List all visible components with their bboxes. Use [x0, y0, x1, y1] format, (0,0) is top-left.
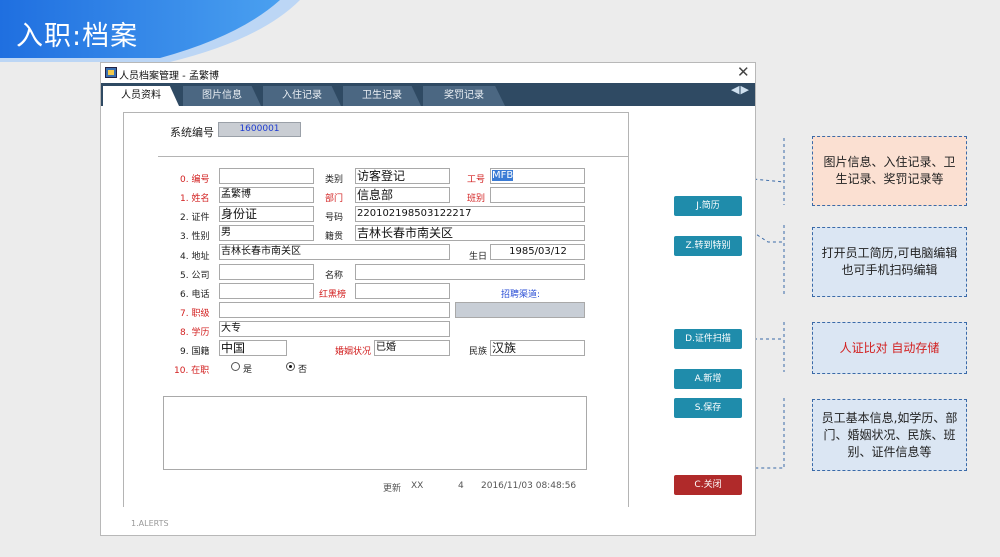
footer-user: XX	[411, 481, 424, 491]
tab-rewards[interactable]: 奖罚记录	[423, 86, 505, 106]
callout-scan-note: 人证比对 自动存储	[812, 322, 967, 374]
gender-field[interactable]: 男	[219, 225, 314, 241]
save-button[interactable]: S.保存	[674, 398, 742, 418]
company-field[interactable]	[219, 264, 314, 280]
footer-count: 4	[458, 481, 464, 491]
rank-field[interactable]	[219, 302, 450, 318]
phone-field[interactable]	[219, 283, 314, 299]
employed-no-label: 否	[298, 365, 308, 375]
label-doc-number: 号码	[325, 213, 344, 223]
id-field[interactable]	[219, 168, 314, 184]
label-birthday: 生日	[469, 252, 488, 262]
page-title: 入职:档案	[16, 21, 139, 52]
app-window: 人员档案管理 - 孟繁博 ✕ 人员资料 图片信息 入住记录 卫生记录 奖罚记录 …	[100, 62, 756, 536]
label-employed: 10. 在职	[174, 366, 210, 376]
label-category: 类别	[325, 175, 344, 185]
resume-button[interactable]: J.简历	[674, 196, 742, 216]
tab-checkin[interactable]: 入住记录	[263, 86, 341, 106]
label-native-place: 籍贯	[325, 232, 344, 242]
sysno-field: 1600001	[218, 122, 301, 137]
department-field[interactable]: 信息部	[355, 187, 450, 203]
address-field[interactable]: 吉林长春市南关区	[219, 244, 450, 260]
ethnicity-field[interactable]: 汉族	[490, 340, 585, 356]
app-icon	[105, 67, 117, 78]
scan-id-button[interactable]: D.证件扫描	[674, 329, 742, 349]
label-shift: 班别	[467, 194, 486, 204]
add-button[interactable]: A.新增	[674, 369, 742, 389]
label-phone: 6. 电话	[180, 290, 210, 300]
marital-field[interactable]: 已婚	[374, 340, 450, 356]
tab-personnel[interactable]: 人员资料	[103, 86, 179, 106]
divider	[158, 156, 628, 157]
label-department: 部门	[325, 194, 344, 204]
label-job-no: 工号	[467, 175, 486, 185]
label-ethnicity: 民族	[469, 347, 488, 357]
label-blacklist: 红黑榜	[319, 290, 347, 300]
callout-basic-info-note: 员工基本信息,如学历、部门、婚姻状况、民族、班别、证件信息等	[812, 399, 967, 471]
nationality-field[interactable]: 中国	[219, 340, 287, 356]
callout-resume-note: 打开员工简历,可电脑编辑也可手机扫码编辑	[812, 227, 967, 297]
job-no-value: MFB	[492, 170, 514, 181]
alerts-status: 1.ALERTS	[131, 519, 169, 528]
tab-hygiene[interactable]: 卫生记录	[343, 86, 421, 106]
label-marital: 婚姻状况	[335, 347, 372, 357]
sysno-label: 系统编号	[170, 126, 214, 139]
education-field[interactable]: 大专	[219, 321, 450, 337]
employed-no-radio[interactable]	[286, 362, 295, 371]
blacklist-field[interactable]	[355, 283, 450, 299]
label-recruit-channel: 招聘渠道:	[501, 290, 541, 300]
callout-tabs-note: 图片信息、入住记录、卫生记录、奖罚记录等	[812, 136, 967, 206]
shift-field[interactable]	[490, 187, 585, 203]
window-title: 人员档案管理 - 孟繁博	[119, 71, 219, 82]
label-name: 1. 姓名	[180, 194, 210, 204]
category-field[interactable]: 访客登记	[355, 168, 450, 184]
label-company-name: 名称	[325, 271, 344, 281]
document-type-field[interactable]: 身份证	[219, 206, 314, 222]
close-button[interactable]: C.关闭	[674, 475, 742, 495]
job-no-field[interactable]: MFB	[490, 168, 585, 184]
employed-yes-radio[interactable]	[231, 362, 240, 371]
native-place-field[interactable]: 吉林长春市南关区	[355, 225, 585, 241]
footer-update-label: 更新	[383, 484, 402, 494]
footer-datetime: 2016/11/03 08:48:56	[481, 481, 577, 491]
doc-number-field[interactable]: 220102198503122217	[355, 206, 585, 222]
name-field[interactable]: 孟繁博	[219, 187, 314, 203]
transfer-special-button[interactable]: Z.转到特别	[674, 236, 742, 256]
close-icon[interactable]: ✕	[737, 63, 750, 81]
notes-textarea[interactable]	[163, 396, 587, 470]
employed-yes-label: 是	[243, 365, 253, 375]
birthday-field[interactable]: 1985/03/12	[490, 244, 585, 260]
label-gender: 3. 性别	[180, 232, 210, 242]
tab-scroll-arrows-icon[interactable]: ◀▶	[731, 83, 750, 96]
label-rank: 7. 职级	[180, 309, 210, 319]
tab-images[interactable]: 图片信息	[183, 86, 261, 106]
tab-bar: 人员资料 图片信息 入住记录 卫生记录 奖罚记录 ◀▶	[101, 83, 755, 106]
label-document: 2. 证件	[180, 213, 210, 223]
recruit-channel-field[interactable]	[455, 302, 585, 318]
company-name-field[interactable]	[355, 264, 585, 280]
label-education: 8. 学历	[180, 328, 210, 338]
label-company: 5. 公司	[180, 271, 210, 281]
label-nationality: 9. 国籍	[180, 347, 210, 357]
label-id: 0. 编号	[180, 175, 210, 185]
label-address: 4. 地址	[180, 252, 210, 262]
